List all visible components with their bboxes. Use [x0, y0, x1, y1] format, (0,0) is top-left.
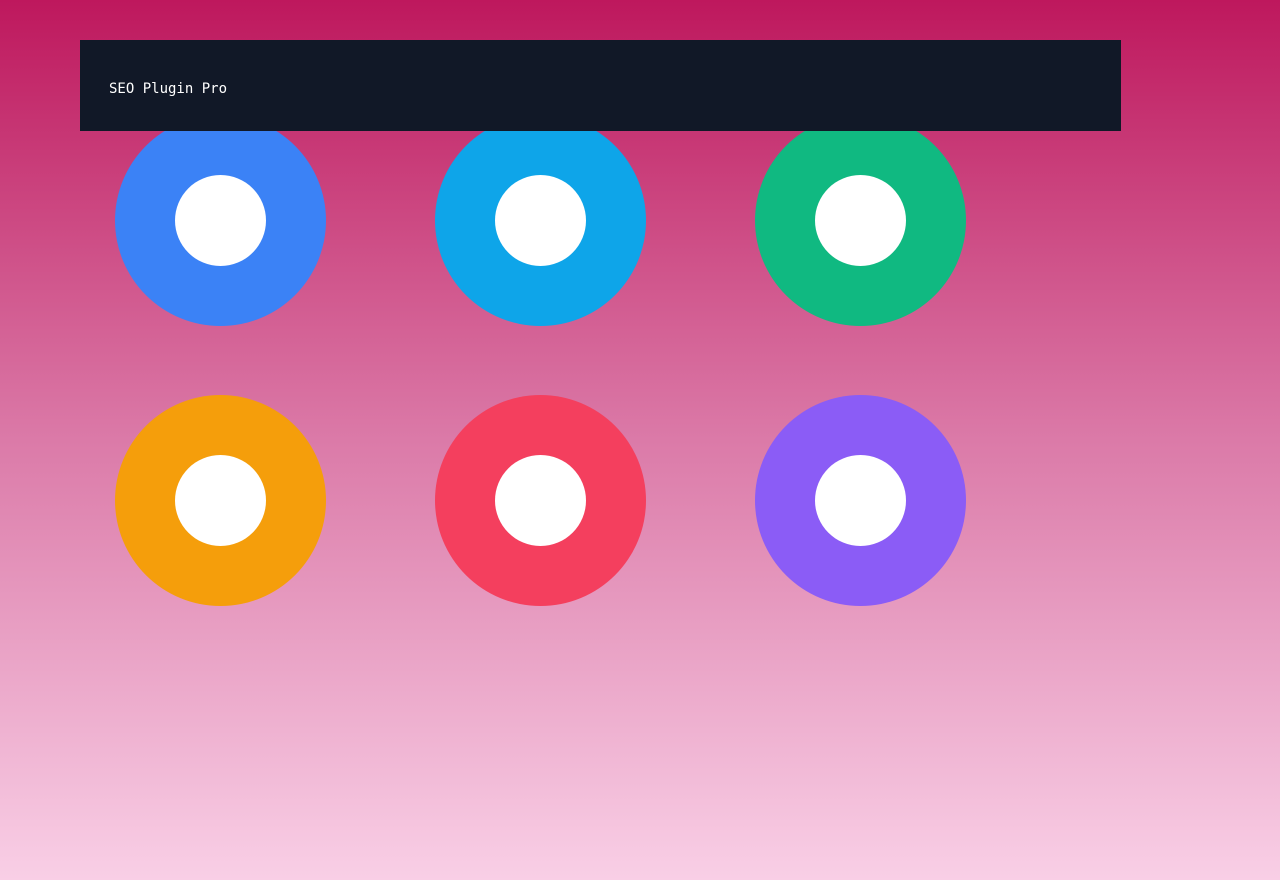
violet-ring[interactable]	[755, 395, 966, 606]
green-ring[interactable]	[755, 115, 966, 326]
sky-ring[interactable]	[435, 115, 646, 326]
amber-ring[interactable]	[115, 395, 326, 606]
ring-hole	[495, 455, 586, 546]
ring-hole	[175, 455, 266, 546]
ring-hole	[175, 175, 266, 266]
header-bar: SEO Plugin Pro	[80, 40, 1121, 131]
ring-grid	[0, 0, 1280, 880]
ring-hole	[815, 175, 906, 266]
blue-ring[interactable]	[115, 115, 326, 326]
red-ring[interactable]	[435, 395, 646, 606]
app-title: SEO Plugin Pro	[109, 81, 228, 97]
ring-hole	[815, 455, 906, 546]
ring-hole	[495, 175, 586, 266]
